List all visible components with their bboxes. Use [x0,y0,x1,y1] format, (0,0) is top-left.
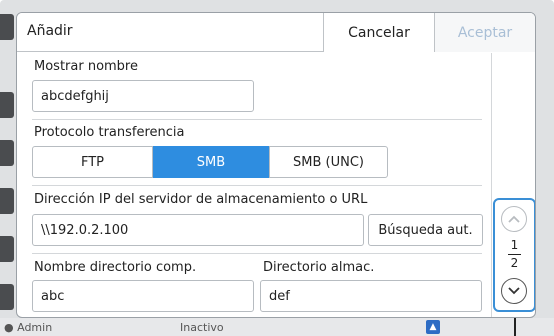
background-tab [0,188,14,214]
total-pages: 2 [510,256,519,270]
protocol-smb-option[interactable]: SMB [153,146,269,178]
background-tab [0,92,14,118]
dialog-header: Añadir Cancelar Aceptar [17,13,535,52]
background-tab [0,236,14,262]
status-bar [0,318,554,336]
shared-directory-label: Nombre directorio comp. [34,260,197,275]
chevron-down-icon [508,287,520,295]
page-up-button[interactable] [501,206,527,232]
accept-button[interactable]: Aceptar [434,13,535,52]
user-indicator: ● Admin [4,321,52,334]
protocol-ftp-option[interactable]: FTP [32,146,153,178]
status-text: Inactivo [180,321,224,334]
storage-directory-field[interactable]: def [260,280,482,312]
display-name-label: Mostrar nombre [34,59,138,74]
divider [32,119,482,120]
add-dialog: Añadir Cancelar Aceptar Mostrar nombre a… [16,12,536,318]
divider [32,185,482,186]
scroll-column-divider [491,53,492,317]
background-tab [0,14,14,40]
server-address-label: Dirección IP del servidor de almacenamie… [34,192,368,207]
status-icon: ▲ [426,320,440,334]
protocol-smb-unc-option[interactable]: SMB (UNC) [269,146,388,178]
auto-search-button[interactable]: Búsqueda aut. [368,214,483,246]
storage-directory-label: Directorio almac. [263,260,375,275]
current-page: 1 [510,238,519,252]
background-tab [0,284,14,310]
shared-directory-field[interactable]: abc [32,280,254,312]
cancel-button[interactable]: Cancelar [323,13,434,52]
page-navigator: 1 2 [493,198,535,312]
chevron-up-icon [508,215,520,223]
page-fraction-line [508,254,521,255]
divider [32,253,482,254]
display-name-field[interactable]: abcdefghij [32,80,254,112]
user-icon: ● [4,321,14,334]
user-name: Admin [17,321,53,334]
page-down-button[interactable] [501,278,527,304]
background-tab [0,140,14,166]
dialog-title: Añadir [27,23,73,39]
callout-line [514,318,516,336]
server-address-field[interactable]: \\192.0.2.100 [32,214,364,246]
protocol-label: Protocolo transferencia [34,125,185,140]
